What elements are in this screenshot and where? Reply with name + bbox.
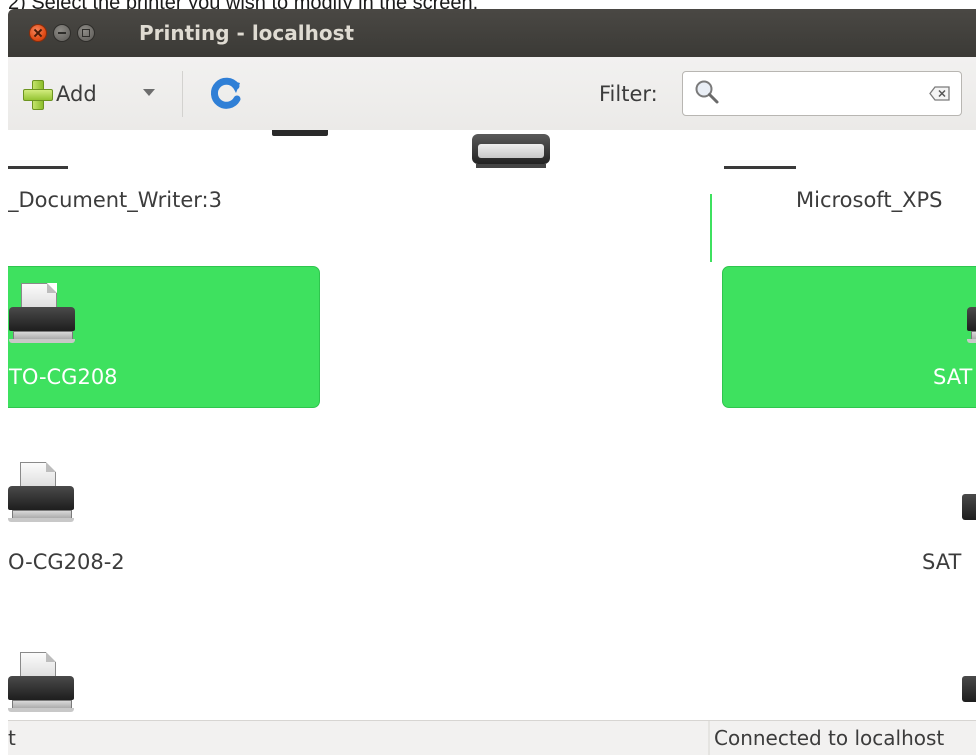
search-icon (695, 80, 719, 104)
printer-label: TO-CG208 (9, 365, 118, 389)
refresh-icon (210, 77, 241, 109)
printer-icon (9, 283, 75, 343)
printer-icon (724, 166, 796, 169)
filter-input[interactable] (727, 80, 921, 108)
add-button[interactable]: Add (21, 78, 97, 110)
printer-tile-selected[interactable]: TO-CG208 (8, 266, 320, 408)
toolbar-separator (182, 71, 183, 117)
printer-icon[interactable] (8, 652, 74, 712)
printer-icon (272, 130, 328, 136)
window-title: Printing - localhost (139, 21, 355, 45)
connection-status: Connected to localhost (714, 726, 945, 750)
add-dropdown-arrow[interactable] (143, 89, 155, 96)
window-titlebar: Printing - localhost (8, 9, 976, 57)
printer-label[interactable]: Microsoft_XPS (796, 188, 942, 212)
minimize-window-button[interactable] (53, 24, 71, 42)
printer-label[interactable]: SAT (922, 550, 961, 574)
printer-label: SAT (933, 365, 973, 389)
filter-label: Filter: (599, 82, 658, 106)
printer-icon[interactable] (962, 676, 976, 702)
printer-icon (8, 166, 68, 169)
filter-field[interactable] (682, 71, 962, 116)
toolbar: Add Filter: (8, 57, 976, 130)
printer-icon[interactable] (8, 462, 74, 522)
printer-label[interactable]: _Document_Writer:3 (8, 188, 222, 212)
add-label: Add (56, 82, 97, 106)
printer-tile-selected[interactable]: SAT (722, 266, 976, 408)
printer-icon (472, 134, 550, 168)
maximize-window-button[interactable] (77, 24, 95, 42)
clear-icon[interactable] (929, 86, 951, 101)
column-divider (710, 194, 712, 262)
printer-icon (967, 283, 976, 343)
close-window-button[interactable] (29, 24, 47, 42)
printer-label[interactable]: O-CG208-2 (8, 550, 125, 574)
plus-icon (21, 78, 53, 110)
printer-grid: _Document_Writer:3 Microsoft_XPS TO-CG20… (8, 130, 976, 720)
status-text-left: t (8, 726, 16, 750)
status-divider (708, 721, 710, 755)
printer-icon[interactable] (962, 494, 976, 524)
refresh-button[interactable] (207, 77, 243, 111)
statusbar: t Connected to localhost (8, 720, 976, 755)
